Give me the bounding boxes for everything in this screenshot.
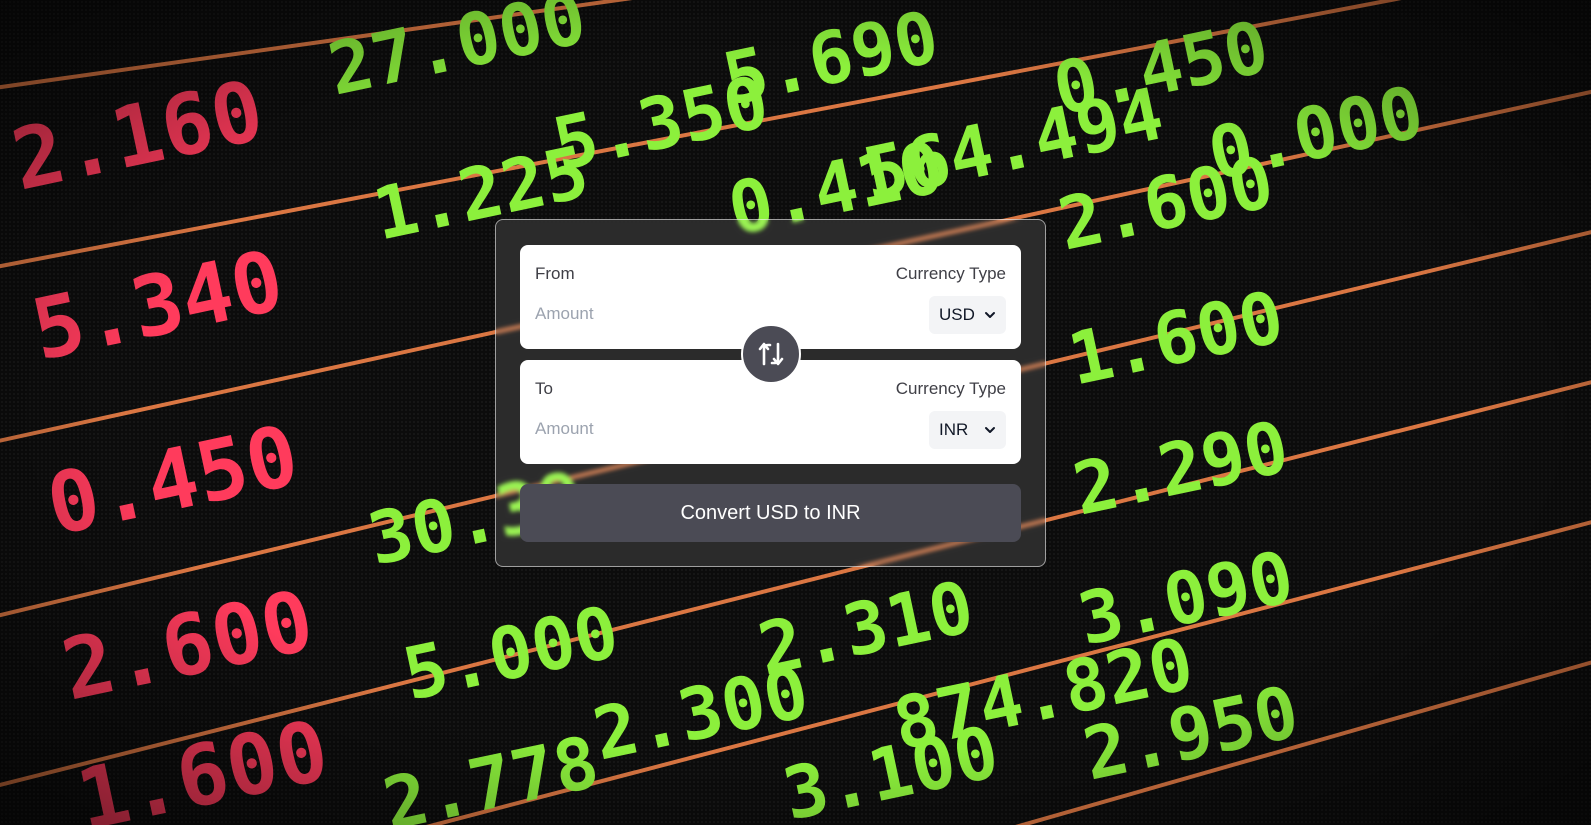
from-amount-input[interactable] bbox=[535, 301, 835, 327]
to-label: To bbox=[535, 379, 553, 398]
to-currency-value: INR bbox=[939, 420, 969, 439]
convert-button[interactable]: Convert USD to INR bbox=[520, 484, 1021, 542]
swap-button[interactable] bbox=[741, 324, 801, 384]
swap-arrows-icon bbox=[758, 342, 784, 366]
to-currency-type-label: Currency Type bbox=[895, 379, 1006, 398]
chevron-down-icon bbox=[985, 427, 995, 433]
from-currency-value: USD bbox=[939, 305, 975, 324]
to-currency-select[interactable]: INR bbox=[929, 411, 1006, 449]
from-currency-select[interactable]: USD bbox=[929, 296, 1006, 334]
to-amount-input[interactable] bbox=[535, 416, 835, 442]
converter-panel: From Currency Type USD To Currency Type … bbox=[495, 219, 1046, 567]
chevron-down-icon bbox=[985, 312, 995, 318]
from-currency-type-label: Currency Type bbox=[895, 264, 1006, 283]
from-label: From bbox=[535, 264, 575, 283]
